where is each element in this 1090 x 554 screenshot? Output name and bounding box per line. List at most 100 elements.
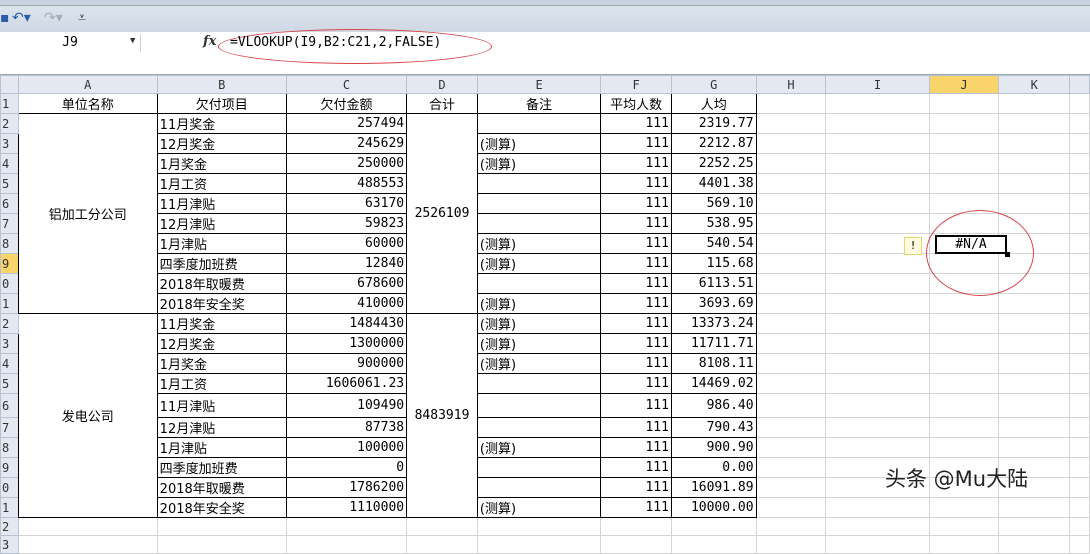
empty-cell[interactable]	[1069, 393, 1090, 418]
empty-cell[interactable]	[998, 333, 1071, 354]
note-cell[interactable]	[476, 113, 602, 134]
amount-cell[interactable]: 60000	[285, 233, 408, 254]
empty-cell[interactable]	[1069, 133, 1090, 154]
note-cell[interactable]	[476, 393, 602, 418]
avg-count-cell[interactable]: 111	[600, 113, 672, 134]
empty-cell[interactable]	[825, 173, 930, 194]
empty-cell[interactable]	[998, 133, 1071, 154]
per-capita-cell[interactable]: 569.10	[670, 193, 757, 214]
empty-cell[interactable]	[928, 437, 1000, 458]
avg-count-cell[interactable]: 111	[600, 153, 672, 174]
empty-cell[interactable]	[755, 477, 827, 498]
item-cell[interactable]: 1月津贴	[156, 233, 287, 254]
empty-cell[interactable]	[825, 535, 930, 554]
empty-cell[interactable]	[998, 153, 1071, 174]
item-cell[interactable]: 2018年取暖费	[156, 273, 287, 294]
customize-toolbar-icon[interactable]: ⩡	[78, 10, 86, 26]
empty-cell[interactable]	[285, 517, 408, 536]
amount-cell[interactable]: 109490	[285, 393, 408, 418]
amount-cell[interactable]: 257494	[285, 113, 408, 134]
per-capita-cell[interactable]: 538.95	[670, 213, 757, 234]
empty-cell[interactable]	[825, 293, 930, 314]
avg-count-cell[interactable]: 111	[600, 393, 672, 418]
empty-cell[interactable]	[1069, 273, 1090, 294]
error-warning-icon[interactable]: !	[904, 237, 922, 255]
per-capita-cell[interactable]: 13373.24	[670, 313, 757, 334]
empty-cell[interactable]	[825, 133, 930, 154]
row-header-14[interactable]: 4	[0, 353, 19, 374]
empty-cell[interactable]	[825, 193, 930, 214]
item-cell[interactable]: 1月奖金	[156, 353, 287, 374]
total-cell[interactable]: 2526109	[406, 113, 478, 314]
empty-cell[interactable]	[998, 293, 1071, 314]
amount-cell[interactable]: 59823	[285, 213, 408, 234]
item-cell[interactable]: 12月津贴	[156, 213, 287, 234]
per-capita-cell[interactable]: 115.68	[670, 253, 757, 274]
empty-cell[interactable]	[1069, 213, 1090, 234]
note-cell[interactable]: (测算)	[476, 293, 602, 314]
avg-count-cell[interactable]: 111	[600, 457, 672, 478]
row-header-16[interactable]: 6	[0, 393, 19, 418]
name-box[interactable]: J9	[0, 34, 141, 52]
empty-cell[interactable]	[755, 213, 827, 234]
empty-cell[interactable]	[1069, 477, 1090, 498]
row-header-17[interactable]: 7	[0, 417, 19, 438]
unit-name-cell[interactable]: 发电公司	[17, 313, 158, 518]
row-header-9[interactable]: 9	[0, 253, 19, 274]
row-header-15[interactable]: 5	[0, 373, 19, 394]
column-header-E[interactable]: E	[476, 75, 602, 94]
empty-cell[interactable]	[928, 393, 1000, 418]
empty-cell[interactable]	[825, 313, 930, 334]
empty-cell[interactable]	[998, 437, 1071, 458]
row-header-5[interactable]: 5	[0, 173, 19, 194]
avg-count-cell[interactable]: 111	[600, 133, 672, 154]
empty-cell[interactable]	[285, 535, 408, 554]
item-cell[interactable]: 1月工资	[156, 173, 287, 194]
avg-count-cell[interactable]: 111	[600, 333, 672, 354]
column-header-H[interactable]: H	[755, 75, 827, 94]
avg-count-cell[interactable]: 111	[600, 313, 672, 334]
note-cell[interactable]	[476, 173, 602, 194]
empty-cell[interactable]	[1069, 333, 1090, 354]
column-header-B[interactable]: B	[156, 75, 287, 94]
empty-cell[interactable]	[1069, 535, 1090, 554]
empty-cell[interactable]	[825, 153, 930, 174]
note-cell[interactable]: (测算)	[476, 313, 602, 334]
row-header-6[interactable]: 6	[0, 193, 19, 214]
row-header-7[interactable]: 7	[0, 213, 19, 234]
empty-cell[interactable]	[156, 517, 287, 536]
empty-cell[interactable]	[600, 517, 672, 536]
empty-cell[interactable]	[825, 497, 930, 518]
header-cell[interactable]: 欠付项目	[156, 93, 287, 114]
avg-count-cell[interactable]: 111	[600, 233, 672, 254]
empty-cell[interactable]	[928, 133, 1000, 154]
row-header-11[interactable]: 1	[0, 293, 19, 314]
empty-cell[interactable]	[755, 417, 827, 438]
row-header-23[interactable]: 3	[0, 535, 19, 554]
avg-count-cell[interactable]: 111	[600, 293, 672, 314]
amount-cell[interactable]: 87738	[285, 417, 408, 438]
empty-cell[interactable]	[755, 437, 827, 458]
avg-count-cell[interactable]: 111	[600, 273, 672, 294]
empty-cell[interactable]	[998, 393, 1071, 418]
empty-cell[interactable]	[1069, 193, 1090, 214]
header-cell[interactable]: 单位名称	[17, 93, 158, 114]
empty-cell[interactable]	[825, 273, 930, 294]
per-capita-cell[interactable]: 10000.00	[670, 497, 757, 518]
empty-cell[interactable]	[825, 93, 930, 114]
empty-cell[interactable]	[928, 497, 1000, 518]
header-cell[interactable]: 备注	[476, 93, 602, 114]
avg-count-cell[interactable]: 111	[600, 477, 672, 498]
row-header-13[interactable]: 3	[0, 333, 19, 354]
amount-cell[interactable]: 63170	[285, 193, 408, 214]
item-cell[interactable]: 1月津贴	[156, 437, 287, 458]
column-header-K[interactable]: K	[998, 75, 1071, 94]
empty-cell[interactable]	[998, 373, 1071, 394]
item-cell[interactable]: 12月津贴	[156, 417, 287, 438]
empty-cell[interactable]	[1069, 113, 1090, 134]
row-header-1[interactable]: 1	[0, 93, 19, 114]
empty-cell[interactable]	[1069, 353, 1090, 374]
item-cell[interactable]: 1月工资	[156, 373, 287, 394]
avg-count-cell[interactable]: 111	[600, 173, 672, 194]
per-capita-cell[interactable]: 986.40	[670, 393, 757, 418]
